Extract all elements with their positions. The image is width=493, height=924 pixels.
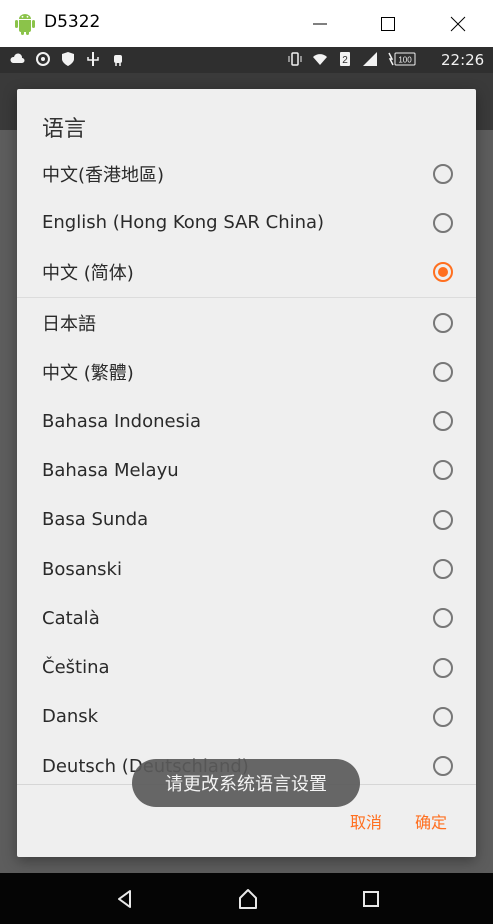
language-option[interactable]: Bahasa Melayu: [17, 446, 476, 495]
language-option[interactable]: 中文(香港地區): [17, 149, 476, 198]
status-bar: 2 100 22:26: [0, 47, 493, 73]
language-label: Bosanski: [42, 558, 122, 580]
svg-text:2: 2: [342, 55, 348, 66]
language-list[interactable]: 中文(香港地區) English (Hong Kong SAR China) 中…: [17, 149, 476, 785]
sim-icon: 2: [340, 52, 350, 66]
language-label: Bahasa Melayu: [42, 459, 179, 481]
toast-message: 请更改系统语言设置: [132, 759, 360, 807]
language-label: Bahasa Indonesia: [42, 410, 201, 432]
language-label: Dansk: [42, 706, 99, 728]
radio-button[interactable]: [433, 212, 453, 233]
language-label: 中文(香港地區): [42, 164, 165, 186]
language-option[interactable]: 中文 (简体): [17, 248, 476, 298]
language-label: Čeština: [42, 657, 110, 679]
language-option[interactable]: Dansk: [17, 692, 476, 741]
language-option[interactable]: Bahasa Indonesia: [17, 396, 476, 445]
dialog-title: 语言: [42, 117, 87, 142]
vibrate-icon: [288, 52, 302, 66]
maximize-icon: [381, 16, 395, 31]
battery-icon: 100: [388, 52, 416, 66]
window-title-bar: D5322: [0, 0, 493, 47]
radio-button[interactable]: [433, 163, 453, 184]
wifi-icon: [313, 54, 327, 65]
language-label: 日本語: [42, 313, 96, 335]
recent-apps-icon: [363, 891, 379, 907]
close-button[interactable]: [423, 0, 493, 47]
radio-button[interactable]: [433, 509, 453, 530]
language-option[interactable]: 日本語: [17, 298, 476, 347]
usb-icon: [87, 52, 99, 66]
minimize-button[interactable]: [285, 0, 355, 47]
cancel-button[interactable]: 取消: [350, 809, 382, 833]
android-icon: [15, 14, 35, 35]
language-option[interactable]: Čeština: [17, 643, 476, 692]
back-button[interactable]: [111, 885, 139, 913]
language-dialog: 语言 中文(香港地區) English (Hong Kong SAR China…: [17, 89, 476, 857]
radio-button[interactable]: [433, 608, 453, 629]
language-option[interactable]: 中文 (繁體): [17, 347, 476, 396]
phone-screen: 2 100 22:26 语言 中文(香港地區) English (Hong Ko…: [0, 47, 493, 924]
status-clock: 22:26: [441, 51, 485, 69]
language-option[interactable]: English (Hong Kong SAR China): [17, 198, 476, 247]
radio-button-selected[interactable]: [433, 262, 453, 283]
svg-text:100: 100: [398, 56, 412, 65]
language-label: 中文 (简体): [42, 263, 134, 285]
window-title: D5322: [44, 12, 101, 32]
radio-button[interactable]: [433, 706, 453, 727]
maximize-button[interactable]: [353, 0, 423, 47]
radio-button[interactable]: [433, 657, 453, 678]
radio-button[interactable]: [433, 312, 453, 333]
language-label: Basa Sunda: [42, 509, 149, 531]
back-icon: [118, 890, 131, 908]
signal-icon: [363, 52, 377, 66]
home-icon: [239, 889, 257, 909]
shield-icon: [62, 52, 74, 66]
radio-button[interactable]: [433, 559, 453, 580]
language-option[interactable]: Basa Sunda: [17, 495, 476, 544]
language-option[interactable]: Català: [17, 594, 476, 643]
home-button[interactable]: [234, 885, 262, 913]
android-debug-icon: [114, 55, 122, 66]
ok-button[interactable]: 确定: [415, 809, 447, 833]
radio-button[interactable]: [433, 361, 453, 382]
recent-apps-button[interactable]: [357, 885, 385, 913]
radio-button[interactable]: [433, 460, 453, 481]
close-icon: [450, 16, 466, 31]
minimize-icon: [313, 23, 327, 24]
language-label: Català: [42, 607, 100, 629]
sync-icon: [36, 52, 50, 66]
language-option[interactable]: Bosanski: [17, 544, 476, 593]
radio-button[interactable]: [433, 411, 453, 432]
radio-button[interactable]: [433, 756, 453, 777]
language-label: 中文 (繁體): [42, 362, 134, 384]
navigation-bar: [0, 873, 493, 924]
language-label: English (Hong Kong SAR China): [42, 212, 325, 234]
cloud-icon: [10, 53, 25, 63]
dialog-actions: 取消 确定: [17, 801, 476, 841]
